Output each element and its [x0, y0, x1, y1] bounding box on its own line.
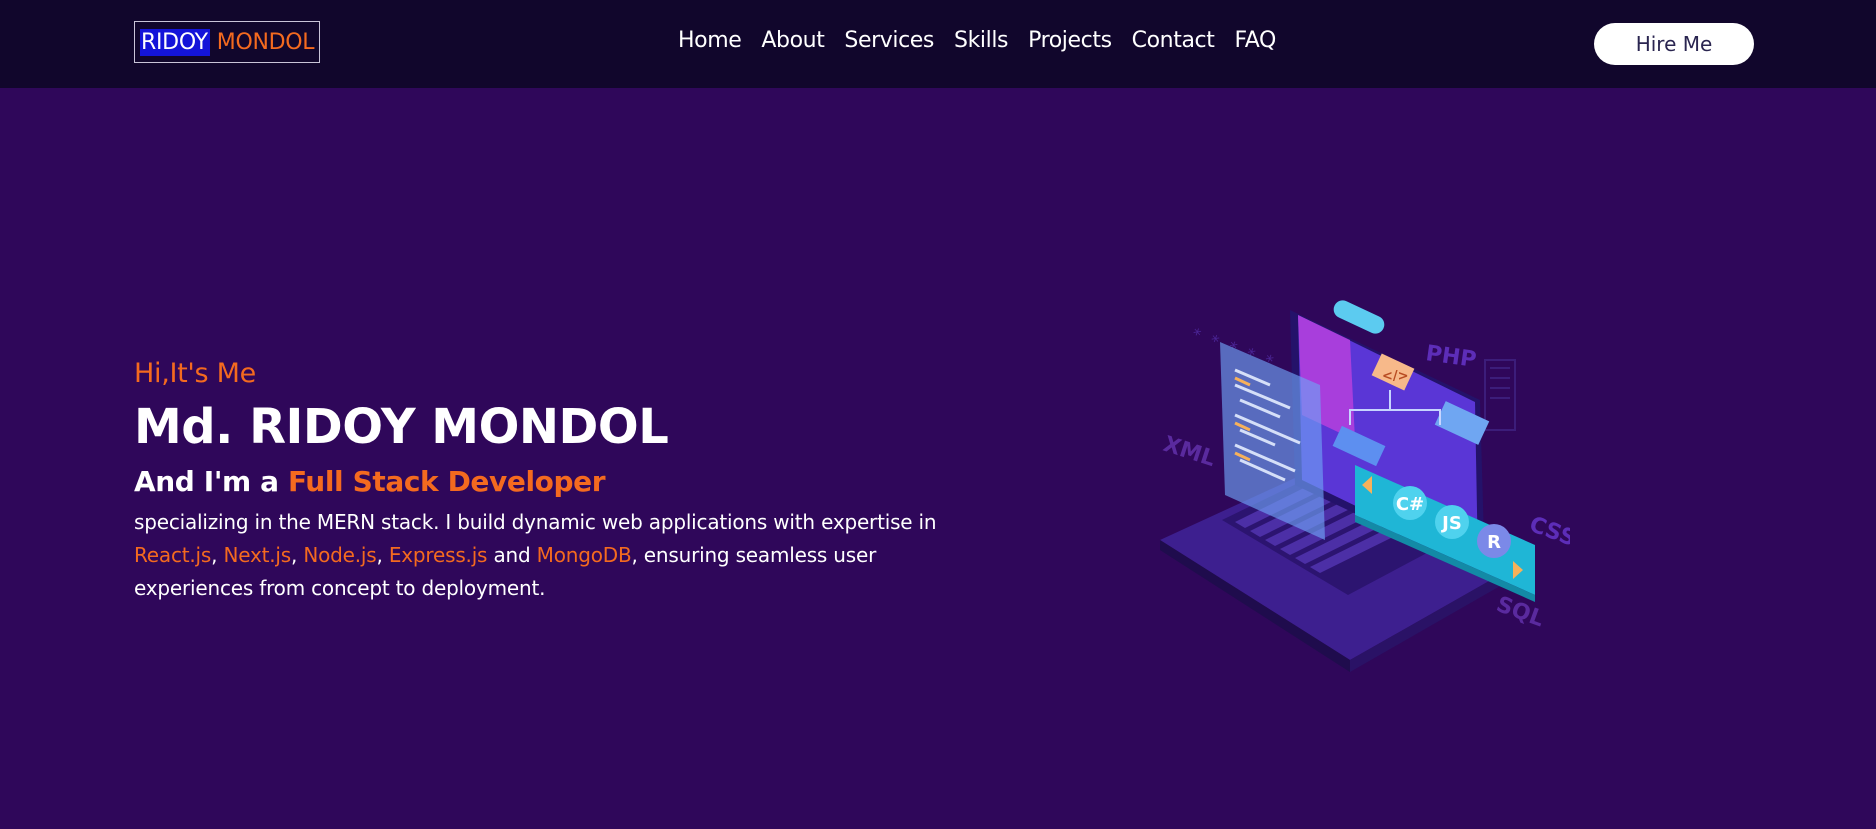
tech-node: Node.js — [303, 543, 377, 567]
desc-part-1: specializing in the MERN stack. I build … — [134, 510, 937, 534]
desc-comma-3: , — [376, 543, 383, 567]
tech-next: Next.js — [223, 543, 292, 567]
tech-mongodb: MongoDB — [536, 543, 632, 567]
hero-role-line: And I'm a Full Stack Developer — [134, 465, 954, 498]
tech-express: Express.js — [388, 543, 488, 567]
php-label: PHP — [1424, 341, 1478, 373]
sql-label: SQL — [1493, 592, 1547, 632]
nav-projects[interactable]: Projects — [1028, 28, 1112, 53]
role-title: Full Stack Developer — [287, 465, 606, 498]
desc-comma-2: , — [291, 543, 298, 567]
laptop-illustration: PHP XML CSS SQL * * * * * </> — [1150, 290, 1579, 690]
brand-first-name: RIDOY — [140, 28, 210, 56]
hero-greeting: Hi,It's Me — [134, 358, 256, 389]
hero-description: specializing in the MERN stack. I build … — [134, 506, 954, 605]
nav-contact[interactable]: Contact — [1132, 28, 1215, 53]
nav-faq[interactable]: FAQ — [1234, 28, 1276, 53]
hire-me-button[interactable]: Hire Me — [1594, 23, 1754, 65]
nav-menu: Home About Services Skills Projects Cont… — [678, 28, 1276, 53]
navbar: RIDOY MONDOL Home About Services Skills … — [0, 0, 1876, 88]
hero-intro: Hi,It's Me Md. RIDOY MONDOL And I'm a Fu… — [134, 358, 954, 605]
brand-last-name: MONDOL — [216, 29, 315, 55]
tech-react: React.js — [134, 543, 212, 567]
nav-about[interactable]: About — [761, 28, 824, 53]
nav-home[interactable]: Home — [678, 28, 742, 53]
badge-js: JS — [1440, 513, 1462, 534]
laptop-code-icon: PHP XML CSS SQL * * * * * </> — [1160, 300, 1579, 672]
desc-comma-1: , — [211, 543, 218, 567]
hero-name: Md. RIDOY MONDOL — [134, 399, 669, 455]
brand-logo[interactable]: RIDOY MONDOL — [134, 21, 321, 63]
code-tag-label: </> — [1382, 369, 1409, 384]
nav-services[interactable]: Services — [844, 28, 934, 53]
nav-skills[interactable]: Skills — [954, 28, 1009, 53]
role-prefix: And I'm a — [134, 465, 279, 498]
badge-csharp: C# — [1396, 494, 1424, 515]
xml-label: XML — [1160, 432, 1218, 472]
badge-r: R — [1487, 532, 1501, 553]
desc-and: and — [493, 543, 531, 567]
